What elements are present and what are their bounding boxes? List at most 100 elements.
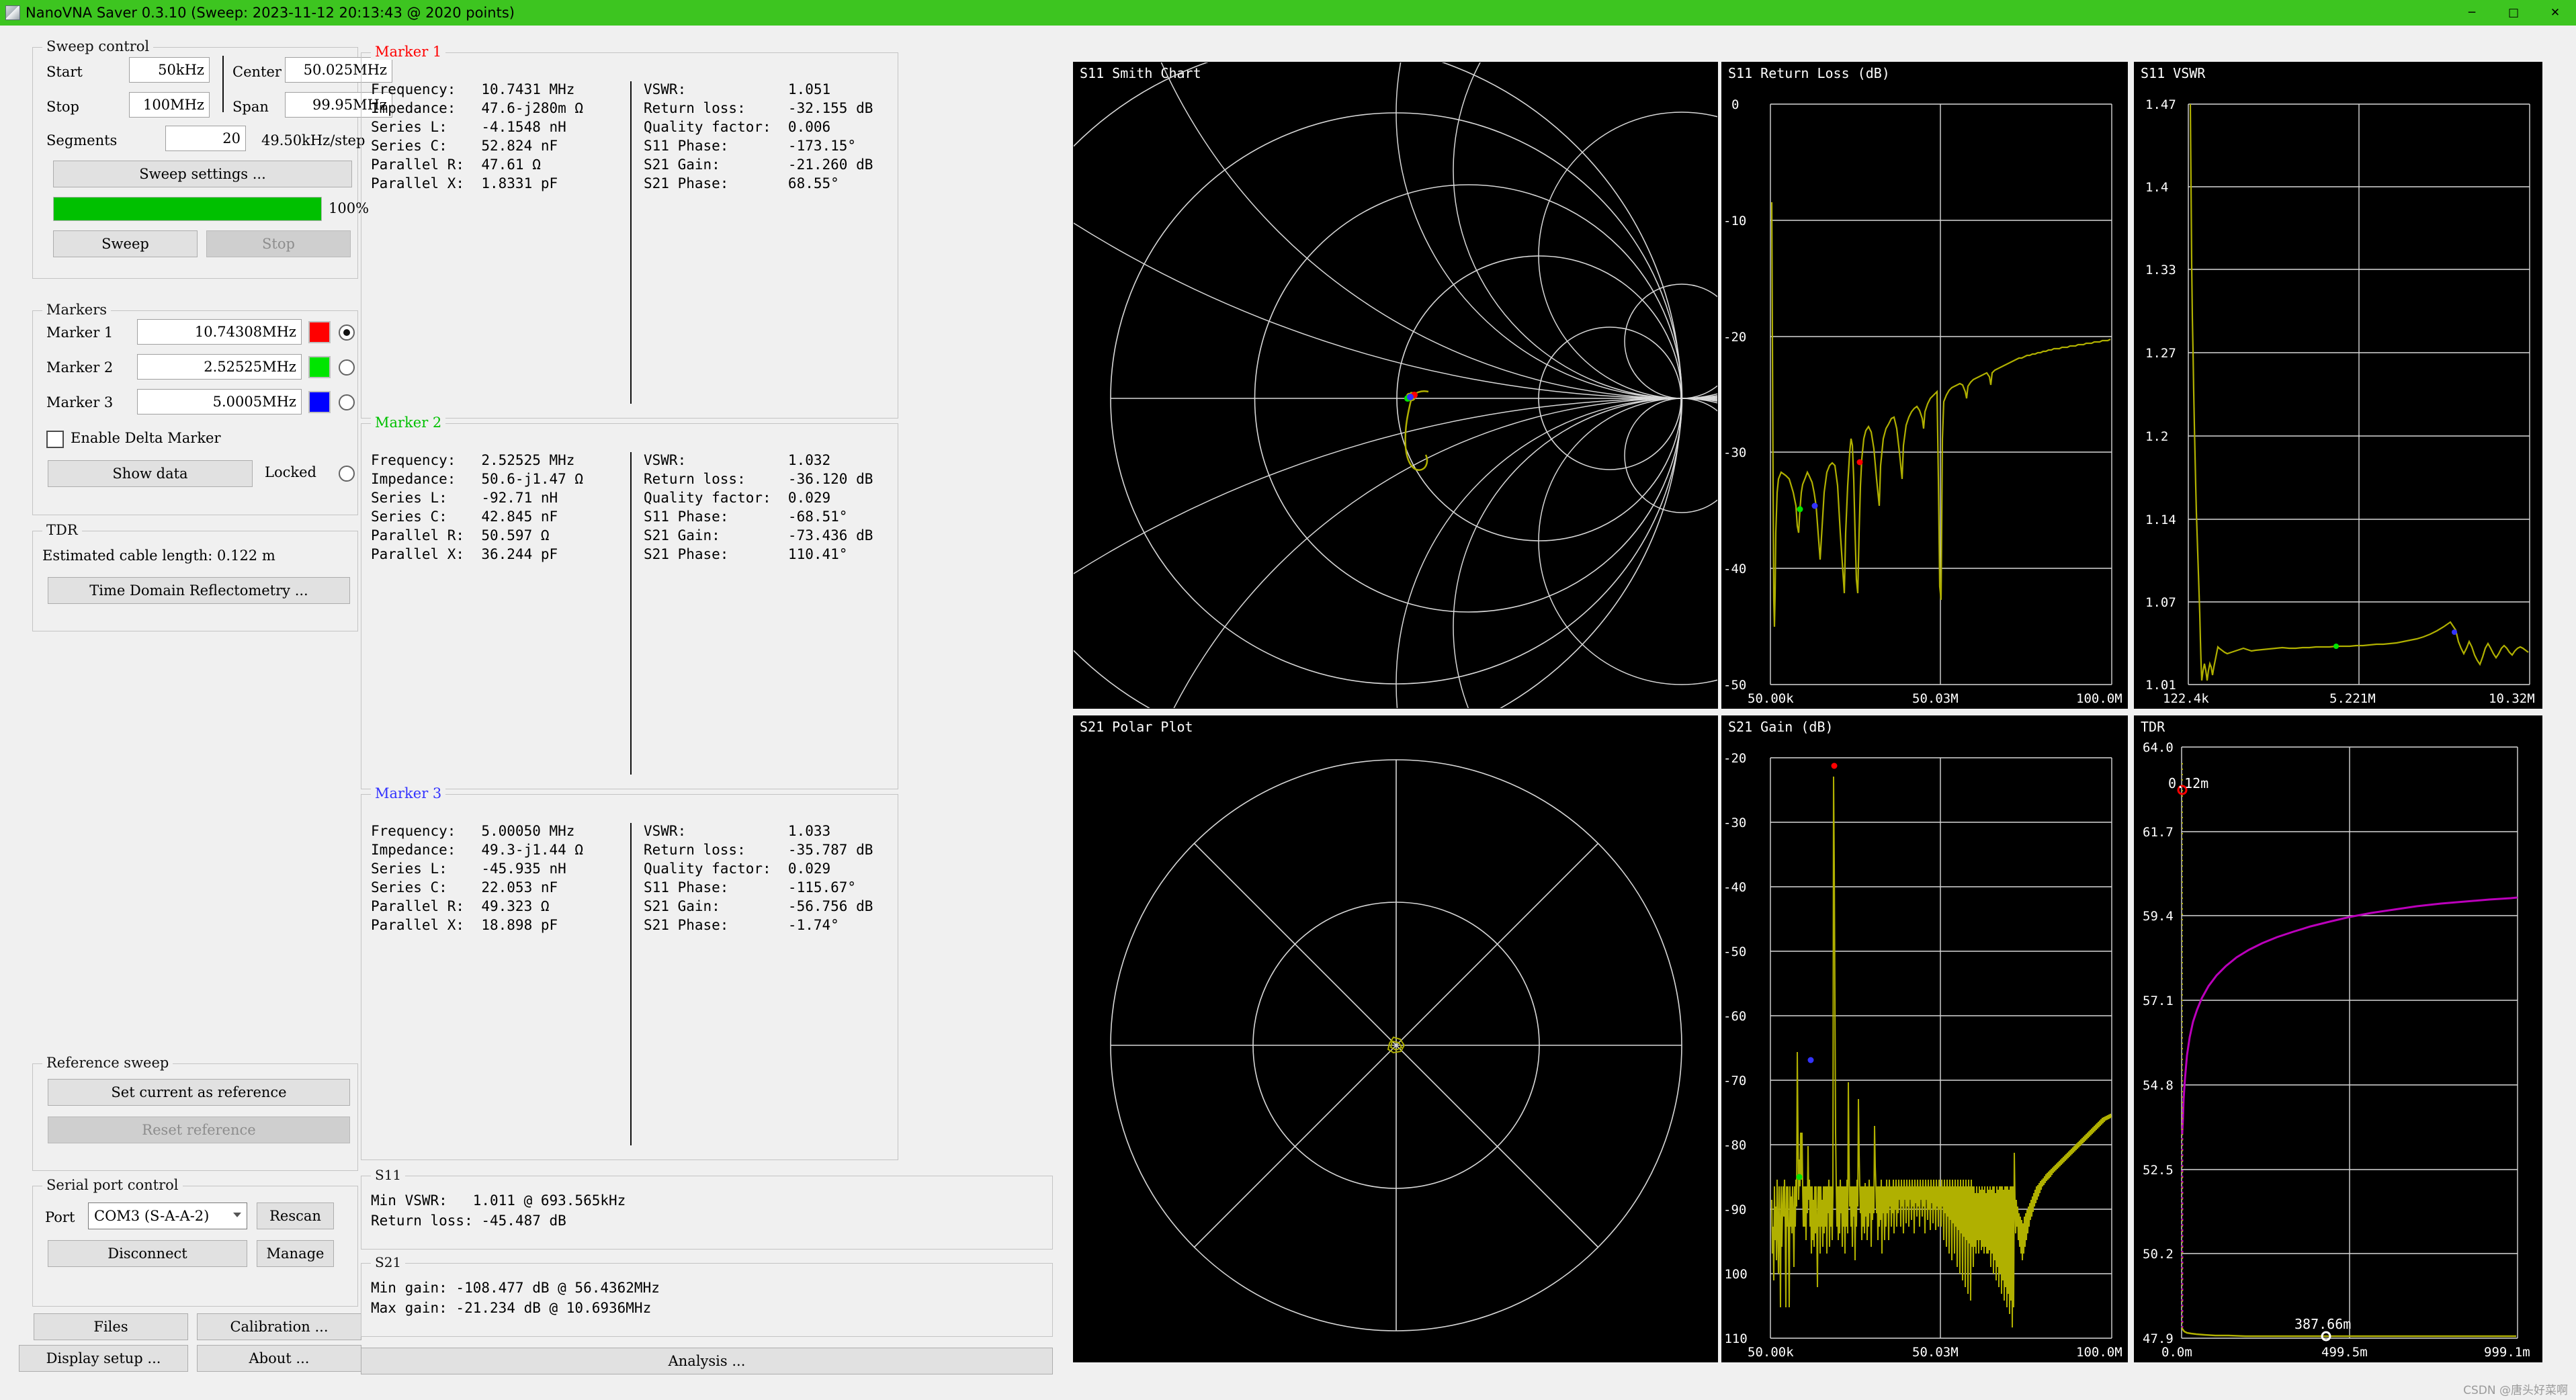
xtick: 499.5m	[2321, 1345, 2368, 1360]
app-icon	[5, 5, 20, 20]
marker3-right-column: VSWR: 1.033 Return loss: -35.787 dB Qual…	[644, 823, 873, 933]
marker3-detail-group: Marker 3 Frequency: 5.00050 MHz Impedanc…	[361, 785, 898, 1160]
ytick: -30	[1723, 445, 1747, 460]
s11-return-loss-chart[interactable]: S11 Return Loss (dB) 0 -10 -20 -30 -40 -…	[1721, 62, 2128, 709]
marker2-frequency-input[interactable]: 2.52525MHz	[137, 354, 302, 380]
s21-polar-chart[interactable]: S21 Polar Plot	[1073, 715, 1718, 1362]
marker1-detail-group: Marker 1 Frequency: 10.7431 MHz Impedanc…	[361, 44, 898, 419]
xtick: 50.00k	[1748, 691, 1794, 706]
marker1-color-swatch[interactable]	[308, 321, 331, 343]
tdr-distance-annotation: 387.66m	[2294, 1316, 2352, 1332]
center-label: Center	[232, 64, 282, 80]
s21-polar-canvas	[1110, 759, 1682, 1331]
disconnect-button[interactable]: Disconnect	[48, 1240, 247, 1267]
files-button[interactable]: Files	[34, 1313, 188, 1340]
enable-delta-marker-checkbox[interactable]	[46, 431, 64, 448]
ytick: -60	[1723, 1009, 1747, 1024]
marker3-active-radio[interactable]	[339, 394, 355, 410]
marker2-right-column: VSWR: 1.032 Return loss: -36.120 dB Qual…	[644, 452, 873, 562]
smith-chart[interactable]: S11 Smith Chart	[1073, 62, 1718, 709]
ytick: 0	[1731, 97, 1740, 112]
markers-title: Markers	[42, 302, 112, 318]
ytick: -30	[1723, 816, 1747, 830]
port-select[interactable]: COM3 (S-A-A-2)	[88, 1202, 247, 1229]
smith-chart-canvas	[1074, 62, 1717, 708]
marker1-active-radio[interactable]	[339, 324, 355, 341]
marker3-divider	[630, 823, 632, 1145]
display-setup-button[interactable]: Display setup ...	[19, 1345, 188, 1372]
ytick: 1.47	[2145, 97, 2176, 112]
s11-vswr-chart[interactable]: S11 VSWR 1.47 1.4 1.33 1.27 1.2 1.14 1.0…	[2134, 62, 2542, 709]
estimated-cable-length: Estimated cable length: 0.122 m	[42, 548, 275, 564]
manage-button[interactable]: Manage	[257, 1240, 334, 1267]
minimize-button[interactable]: ─	[2451, 0, 2493, 26]
ytick: 1.01	[2145, 678, 2176, 693]
tdr-group: TDR Estimated cable length: 0.122 m Time…	[32, 522, 358, 631]
xtick: 5.221M	[2329, 691, 2376, 706]
marker3-left-column: Frequency: 5.00050 MHz Impedance: 49.3-j…	[371, 823, 584, 933]
reset-reference-button[interactable]: Reset reference	[48, 1117, 350, 1143]
marker2-color-swatch[interactable]	[308, 356, 331, 378]
segments-input[interactable]: 20	[165, 126, 246, 151]
marker1-left-column: Frequency: 10.7431 MHz Impedance: 47.6-j…	[371, 81, 584, 191]
time-domain-reflectometry-button[interactable]: Time Domain Reflectometry ...	[48, 577, 350, 604]
start-input[interactable]: 50kHz	[129, 57, 210, 83]
ytick: -10	[1723, 214, 1747, 228]
window-titlebar: NanoVNA Saver 0.3.10 (Sweep: 2023-11-12 …	[0, 0, 2576, 26]
serial-port-group: Serial port control Port COM3 (S-A-A-2) …	[32, 1177, 358, 1307]
ytick: 54.8	[2143, 1078, 2174, 1093]
marker3-detail-title: Marker 3	[371, 785, 446, 801]
reference-sweep-group: Reference sweep Set current as reference…	[32, 1055, 358, 1171]
marker2-active-radio[interactable]	[339, 359, 355, 376]
ytick: 1.07	[2145, 595, 2176, 610]
marker1-right-column: VSWR: 1.051 Return loss: -32.155 dB Qual…	[644, 81, 873, 191]
s11-vswr-canvas	[2188, 103, 2530, 685]
analysis-button[interactable]: Analysis ...	[361, 1348, 1053, 1374]
calibration-button[interactable]: Calibration ...	[197, 1313, 361, 1340]
sweep-control-group: Sweep control Start 50kHz Center 50.025M…	[32, 38, 392, 279]
xtick: 50.03M	[1912, 1345, 1959, 1360]
s21-gain-chart[interactable]: S21 Gain (dB) -20 -30 -40 -50 -60 -70 -8…	[1721, 715, 2128, 1362]
ytick: -20	[1723, 330, 1747, 345]
tdr-canvas	[2177, 746, 2518, 1342]
marker3-color-swatch[interactable]	[308, 391, 331, 413]
ytick: -50	[1723, 678, 1747, 693]
s21-max-gain: Max gain: -21.234 dB @ 10.6936MHz	[371, 1300, 652, 1316]
s11-stats-group: S11 Min VSWR: 1.011 @ 693.565kHz Return …	[361, 1167, 1053, 1250]
progress-fill	[54, 198, 321, 220]
set-current-as-reference-button[interactable]: Set current as reference	[48, 1079, 350, 1106]
tdr-chart[interactable]: TDR 64.0 61.7 59.4 57.1 54.8 52.5 50.2 4…	[2134, 715, 2542, 1362]
stop-input[interactable]: 100MHz	[129, 92, 210, 118]
marker2-label: Marker 2	[46, 359, 114, 376]
marker1-detail-title: Marker 1	[371, 44, 446, 60]
maximize-button[interactable]: □	[2493, 0, 2534, 26]
stop-sweep-button[interactable]: Stop	[206, 230, 351, 257]
about-button[interactable]: About ...	[197, 1345, 361, 1372]
ytick: 50.2	[2143, 1247, 2174, 1262]
marker3-frequency-input[interactable]: 5.0005MHz	[137, 389, 302, 414]
divider	[222, 56, 224, 112]
markers-group: Markers Marker 1 10.74308MHz Marker 2 2.…	[32, 302, 358, 515]
sweep-control-title: Sweep control	[42, 38, 154, 54]
marker-row: Marker 1 10.74308MHz	[33, 318, 357, 349]
close-button[interactable]: ✕	[2534, 0, 2576, 26]
marker2-left-column: Frequency: 2.52525 MHz Impedance: 50.6-j…	[371, 452, 584, 562]
s11-min-vswr: Min VSWR: 1.011 @ 693.565kHz	[371, 1192, 626, 1209]
sweep-button[interactable]: Sweep	[53, 230, 198, 257]
xtick: 50.03M	[1912, 691, 1959, 706]
ytick: -40	[1723, 880, 1747, 895]
sweep-settings-button[interactable]: Sweep settings ...	[53, 161, 352, 187]
marker1-frequency-input[interactable]: 10.74308MHz	[137, 319, 302, 345]
rescan-button[interactable]: Rescan	[257, 1202, 334, 1229]
marker2-detail-group: Marker 2 Frequency: 2.52525 MHz Impedanc…	[361, 414, 898, 789]
show-data-button[interactable]: Show data	[48, 460, 253, 487]
xtick: 50.00k	[1748, 1345, 1794, 1360]
port-select-value: COM3 (S-A-A-2)	[94, 1208, 210, 1224]
s11-stats-title: S11	[371, 1167, 406, 1183]
reference-sweep-title: Reference sweep	[42, 1055, 173, 1071]
locked-radio[interactable]	[339, 466, 355, 482]
span-label: Span	[232, 99, 269, 115]
marker1-label: Marker 1	[46, 324, 114, 341]
ytick: 1.14	[2145, 513, 2176, 527]
ytick: 61.7	[2143, 825, 2174, 840]
